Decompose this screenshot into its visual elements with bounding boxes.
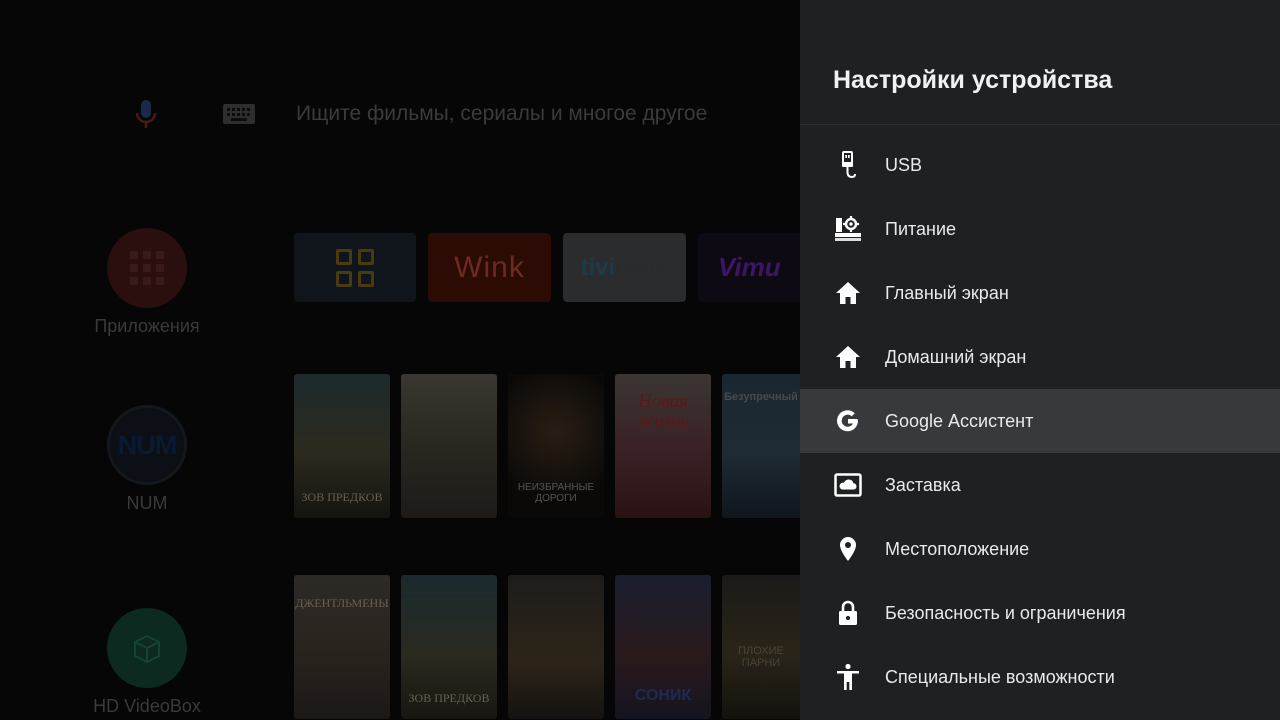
hd-videobox-icon (107, 608, 187, 688)
tivimate-logo-b: mate (615, 253, 669, 281)
menu-item-security[interactable]: Безопасность и ограничения (800, 581, 1280, 645)
poster-title (552, 705, 560, 719)
side-app-label: Приложения (94, 316, 200, 336)
keyboard-icon[interactable] (222, 102, 256, 126)
num-logo: NUM (107, 405, 187, 485)
menu-item-label: Заставка (885, 474, 961, 495)
google-g-icon (833, 406, 863, 436)
poster-card[interactable]: Неизбранные дороги (508, 374, 604, 518)
side-app-label: NUM (126, 493, 168, 513)
usb-icon (833, 150, 863, 180)
poster-title: Соник (634, 687, 692, 705)
search-input[interactable]: Ищите фильмы, сериалы и многое другое (296, 102, 707, 126)
poster-card[interactable]: Зов предков (294, 374, 390, 518)
poster-card[interactable]: Зов предков (401, 575, 497, 719)
panel-title: Настройки устройства (833, 66, 1113, 94)
menu-item-main-screen[interactable]: Главный экран (800, 261, 1280, 325)
poster-title: Плохие парни (738, 645, 784, 670)
app-tile-vimu[interactable]: Vimu (698, 233, 800, 302)
poster-card[interactable]: Джентльмены (294, 575, 390, 719)
menu-item-label: Google Ассистент (885, 410, 1034, 431)
settings-menu: USB Питание Главный экран Домашний экран… (800, 133, 1280, 709)
app-tile-apps[interactable] (294, 233, 416, 302)
app-tile-tivimate[interactable]: tivimate (563, 233, 686, 302)
poster-card[interactable]: Новая жизнь (615, 374, 711, 518)
poster-title: Зов предков (408, 690, 490, 705)
menu-item-label: Местоположение (885, 538, 1030, 559)
screensaver-icon (833, 470, 863, 500)
home-icon (833, 342, 863, 372)
lock-icon (833, 598, 863, 628)
menu-item-label: Главный экран (885, 282, 1009, 303)
num-logo-text: NUM (117, 429, 177, 460)
poster-card[interactable]: Безупречный (722, 374, 800, 518)
poster-card[interactable]: Соник (615, 575, 711, 719)
menu-item-home-screen[interactable]: Домашний экран (800, 325, 1280, 389)
menu-item-label: Домашний экран (885, 346, 1027, 367)
poster-title: Джентльмены (295, 596, 389, 610)
menu-item-label: Безопасность и ограничения (885, 602, 1126, 623)
apps-grid-icon (107, 228, 187, 308)
menu-item-usb[interactable]: USB (800, 133, 1280, 197)
poster-card[interactable] (401, 374, 497, 518)
poster-top-title: Безупречный (724, 391, 798, 403)
menu-item-accessibility[interactable]: Специальные возможности (800, 645, 1280, 709)
poster-card[interactable]: Плохие парни (722, 575, 800, 719)
poster-card[interactable] (508, 575, 604, 719)
home-icon (833, 278, 863, 308)
side-app-num[interactable]: NUM NUM (66, 405, 228, 514)
location-pin-icon (833, 534, 863, 564)
side-app-hd-videobox[interactable]: HD VideoBox (66, 608, 228, 717)
wink-logo: Wink (454, 250, 525, 284)
menu-item-google-assistant[interactable]: Google Ассистент (800, 389, 1280, 453)
poster-top-title: Новая жизнь (636, 391, 690, 432)
apps-four-squares-icon (336, 248, 374, 287)
power-settings-icon (833, 214, 863, 244)
menu-item-label: USB (885, 154, 923, 175)
mic-icon[interactable] (128, 96, 164, 132)
menu-item-power[interactable]: Питание (800, 197, 1280, 261)
device-settings-panel: Настройки устройства USB Питание Главный… (800, 0, 1280, 720)
side-app-apps[interactable]: Приложения (66, 228, 228, 337)
poster-title: Неизбранные дороги (517, 482, 595, 504)
app-tile-wink[interactable]: Wink (428, 233, 551, 302)
tivimate-logo-a: tivi (580, 253, 616, 281)
menu-item-label: Питание (885, 218, 957, 239)
accessibility-icon (833, 662, 863, 692)
menu-item-label: Специальные возможности (885, 666, 1115, 687)
menu-item-screensaver[interactable]: Заставка (800, 453, 1280, 517)
divider (800, 124, 1280, 125)
menu-item-location[interactable]: Местоположение (800, 517, 1280, 581)
side-app-label: HD VideoBox (93, 696, 201, 716)
vimu-logo: Vimu (718, 252, 781, 282)
tivimate-logo: tivimate (580, 254, 668, 282)
poster-title (445, 504, 453, 518)
poster-title: Зов предков (301, 489, 383, 504)
